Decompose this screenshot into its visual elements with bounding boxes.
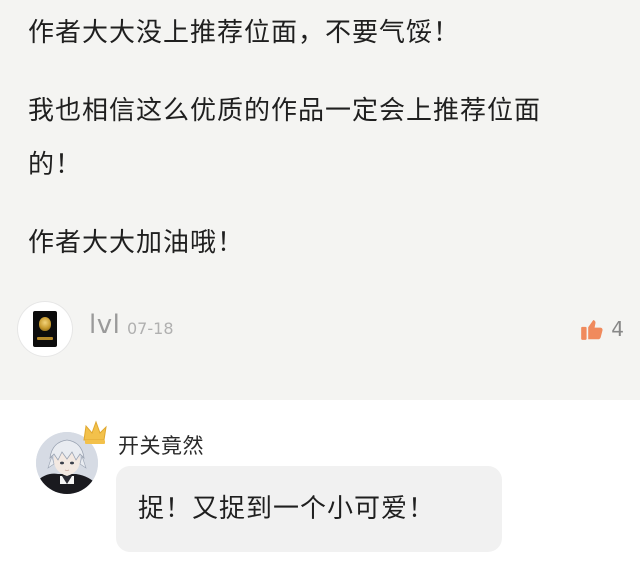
avatar-image	[33, 311, 57, 347]
comment-paragraph: 作者大大没上推荐位面，不要气馁！	[28, 18, 461, 48]
like-count: 4	[611, 317, 624, 341]
comment-paragraph: 的！	[28, 150, 83, 180]
emblem-icon	[39, 317, 51, 331]
thumbs-up-icon	[581, 320, 603, 340]
reply-author[interactable]: 开关竟然	[118, 430, 204, 460]
like-button[interactable]: 4	[579, 316, 624, 342]
comment-meta: lvl 07-18 4	[0, 300, 640, 360]
comment-card: 作者大大没上推荐位面，不要气馁！ 我也相信这么优质的作品一定会上推荐位面 的！ …	[0, 0, 640, 400]
reply-text: 捉！又捉到一个小可爱！	[138, 494, 436, 524]
emblem-tag	[37, 337, 53, 340]
comment-paragraph: 我也相信这么优质的作品一定会上推荐位面	[28, 96, 542, 126]
avatar[interactable]	[18, 302, 72, 356]
comment-date: 07-18	[127, 319, 174, 338]
comment-author[interactable]: lvl	[89, 310, 120, 340]
crown-icon	[83, 420, 107, 444]
comment-paragraph: 作者大大加油哦！	[28, 228, 245, 258]
reply-bubble[interactable]: 捉！又捉到一个小可爱！	[116, 466, 502, 552]
